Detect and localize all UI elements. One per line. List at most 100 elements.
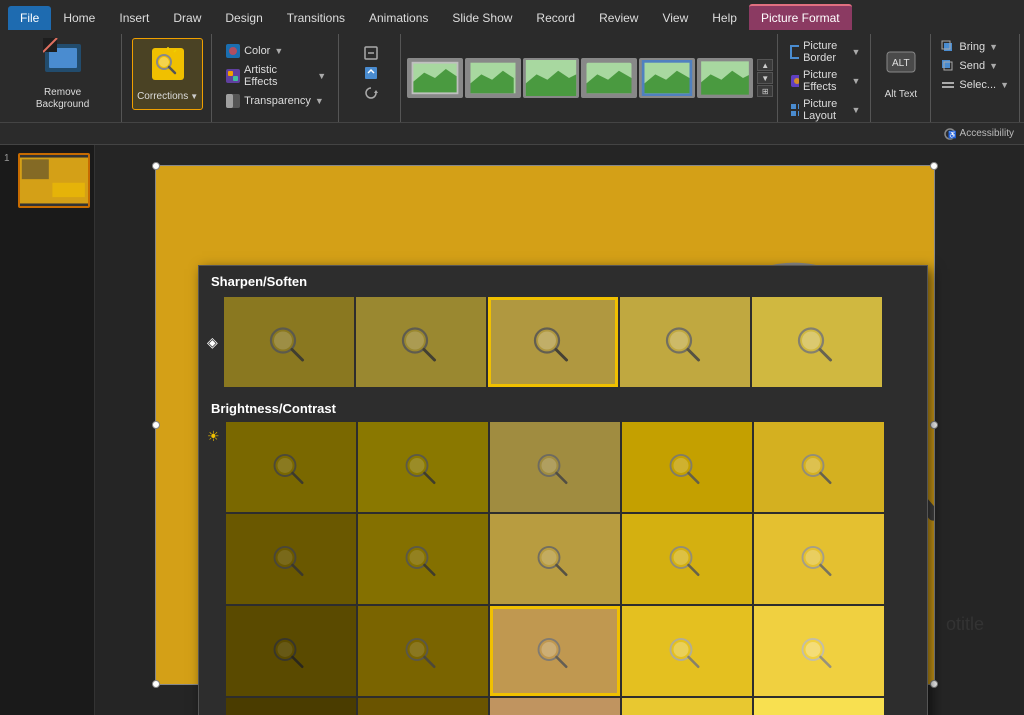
- picture-effects-button[interactable]: Picture Effects ▼: [786, 67, 864, 95]
- tab-animations[interactable]: Animations: [357, 6, 440, 30]
- gallery-up[interactable]: ▲: [757, 59, 773, 71]
- brightness-icon: ☀: [207, 428, 220, 445]
- picture-layout-button[interactable]: Picture Layout ▼: [786, 96, 864, 124]
- ribbon-group-picture-border: Picture Border ▼ Picture Effects ▼ Pictu…: [780, 34, 871, 122]
- alt-text-label: Alt Text: [885, 89, 918, 101]
- handle-tr: [930, 162, 938, 170]
- bc-row3-col2[interactable]: [490, 698, 620, 715]
- style-thumb-6[interactable]: [697, 58, 753, 98]
- bc-row1-col0[interactable]: [226, 514, 356, 604]
- sharpen-thumb-2[interactable]: [356, 297, 486, 387]
- corrections-label: Corrections: [137, 91, 188, 103]
- ribbon-group-arrange: Bring ▼ Send ▼ Selec... ▼: [931, 34, 1020, 122]
- reset-picture-button[interactable]: [360, 84, 382, 102]
- send-backward-button[interactable]: Send ▼: [937, 57, 1013, 75]
- style-thumb-5[interactable]: [639, 58, 695, 98]
- slide-panel: 1: [0, 145, 95, 715]
- tab-draw[interactable]: Draw: [161, 6, 213, 30]
- bc-row2-col0[interactable]: [226, 606, 356, 696]
- subtitle-text: otitle: [946, 614, 984, 635]
- style-thumb-4[interactable]: [581, 58, 637, 98]
- bc-row2-col1[interactable]: [358, 606, 488, 696]
- send-label: Send: [959, 60, 985, 72]
- picture-border-button[interactable]: Picture Border ▼: [786, 38, 864, 66]
- ribbon-tab-bar: File Home Insert Draw Design Transitions…: [0, 0, 1024, 30]
- remove-background-icon: [43, 38, 83, 85]
- tab-transitions[interactable]: Transitions: [275, 6, 357, 30]
- change-picture-button[interactable]: [360, 64, 382, 82]
- tab-slideshow[interactable]: Slide Show: [440, 6, 524, 30]
- picture-effects-label: Picture Effects: [803, 69, 847, 93]
- picture-layout-label: Picture Layout: [803, 98, 847, 122]
- corrections-icon: [150, 46, 186, 89]
- alt-text-button[interactable]: ALT Alt Text: [877, 38, 925, 110]
- slide-number: 1: [4, 153, 14, 164]
- tab-picture-format[interactable]: Picture Format: [749, 4, 852, 30]
- artistic-effects-button[interactable]: Artistic Effects ▼: [222, 62, 330, 90]
- sharpen-thumb-1[interactable]: [224, 297, 354, 387]
- slide-canvas: otitle Sharpen/Soften ◈: [95, 145, 1024, 715]
- compress-pictures-button[interactable]: [360, 44, 382, 62]
- accessibility-label: Accessibility: [960, 128, 1014, 139]
- slide-thumbnail[interactable]: [18, 153, 90, 208]
- transparency-label: Transparency: [244, 95, 311, 107]
- bc-row3-col4[interactable]: [754, 698, 884, 715]
- handle-br: [930, 680, 938, 688]
- alt-text-icon: ALT: [885, 48, 917, 87]
- main-content: 1: [0, 145, 1024, 715]
- remove-background-label: Remove Background: [16, 87, 109, 111]
- bc-row0-col2[interactable]: [490, 422, 620, 512]
- tab-insert[interactable]: Insert: [107, 6, 161, 30]
- bc-row0-col0[interactable]: [226, 422, 356, 512]
- sharpen-icon: ◈: [207, 334, 222, 351]
- gallery-more[interactable]: ⊞: [757, 85, 773, 97]
- artistic-effects-label: Artistic Effects: [244, 64, 313, 88]
- style-thumb-1[interactable]: [407, 58, 463, 98]
- bc-row3-col0[interactable]: [226, 698, 356, 715]
- sharpen-soften-title: Sharpen/Soften: [199, 266, 927, 295]
- bc-row3-col1[interactable]: [358, 698, 488, 715]
- brightness-contrast-title: Brightness/Contrast: [199, 393, 927, 422]
- bc-row0-col3[interactable]: [622, 422, 752, 512]
- bring-label: Bring: [959, 41, 985, 53]
- bc-row2-col2[interactable]: [490, 606, 620, 696]
- sharpen-thumb-3[interactable]: [488, 297, 618, 387]
- ribbon: Remove Background Co: [0, 30, 1024, 123]
- picture-border-label: Picture Border: [803, 40, 847, 64]
- bc-row1-col3[interactable]: [622, 514, 752, 604]
- bring-forward-button[interactable]: Bring ▼: [937, 38, 1013, 56]
- artistic-effects-arrow: ▼: [317, 71, 326, 81]
- style-thumb-2[interactable]: [465, 58, 521, 98]
- picture-styles-gallery: ▲ ▼ ⊞: [403, 34, 778, 122]
- bc-row2-col3[interactable]: [622, 606, 752, 696]
- bc-row1-col1[interactable]: [358, 514, 488, 604]
- tab-review[interactable]: Review: [587, 6, 650, 30]
- bc-row0-col1[interactable]: [358, 422, 488, 512]
- remove-background-button[interactable]: Remove Background: [12, 38, 113, 110]
- sharpen-thumb-5[interactable]: [752, 297, 882, 387]
- ribbon-group-alt-text: ALT Alt Text: [871, 34, 931, 122]
- color-arrow: ▼: [274, 46, 283, 56]
- gallery-down[interactable]: ▼: [757, 72, 773, 84]
- bc-row1-col2[interactable]: [490, 514, 620, 604]
- color-button[interactable]: Color ▼: [222, 42, 330, 60]
- bc-row1-col4[interactable]: [754, 514, 884, 604]
- tab-view[interactable]: View: [650, 6, 700, 30]
- tab-help[interactable]: Help: [700, 6, 749, 30]
- tab-file[interactable]: File: [8, 6, 51, 30]
- bc-row0-col4[interactable]: [754, 422, 884, 512]
- bc-row3-col3[interactable]: [622, 698, 752, 715]
- transparency-button[interactable]: Transparency ▼: [222, 92, 330, 110]
- ribbon-group-corrections: Corrections ▼: [124, 34, 212, 122]
- tab-home[interactable]: Home: [51, 6, 107, 30]
- color-label: Color: [244, 45, 270, 57]
- tab-record[interactable]: Record: [524, 6, 587, 30]
- accessibility-bar: ♿ Accessibility: [0, 123, 1024, 145]
- style-thumb-3[interactable]: [523, 58, 579, 98]
- bc-row2-col4[interactable]: [754, 606, 884, 696]
- tab-design[interactable]: Design: [213, 6, 274, 30]
- sharpen-thumb-4[interactable]: [620, 297, 750, 387]
- handle-mr: [930, 421, 938, 429]
- corrections-button[interactable]: Corrections ▼: [132, 38, 203, 110]
- selection-pane-button[interactable]: Selec... ▼: [937, 76, 1013, 94]
